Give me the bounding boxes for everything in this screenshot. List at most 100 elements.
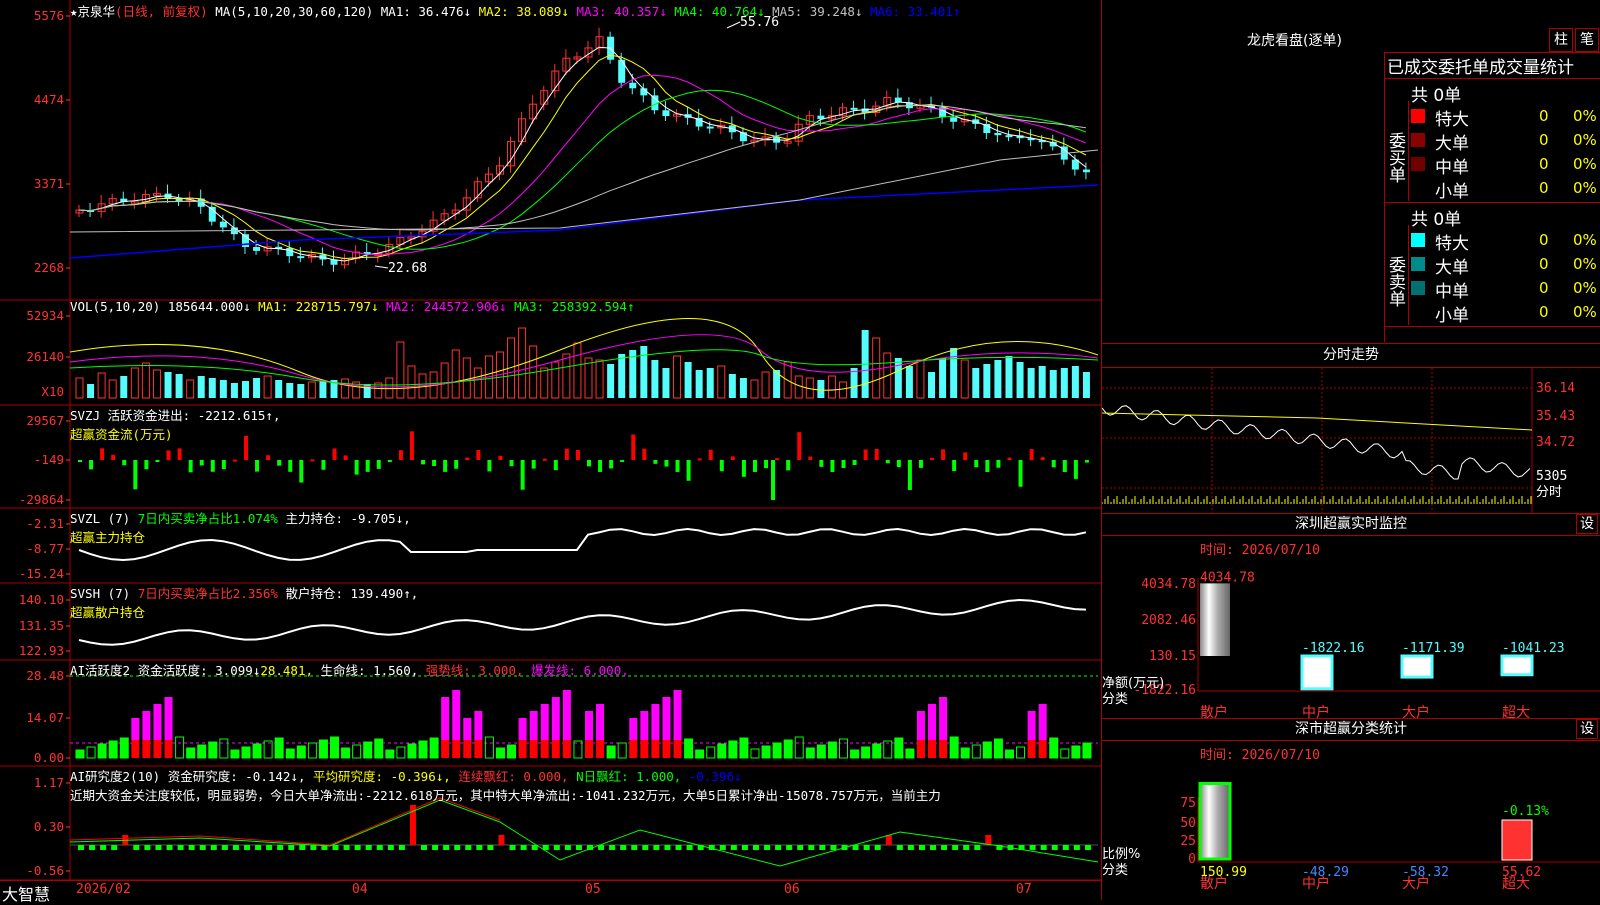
ai2-bar (609, 845, 616, 850)
ai-bar-cool (119, 737, 129, 759)
ai-bar-base (441, 740, 450, 758)
svzj-bar-up (564, 448, 569, 460)
color-swatch (1411, 233, 1425, 247)
vol-bar-up (396, 341, 405, 399)
vol-bar-up (916, 359, 925, 399)
ai-bar-hot (463, 718, 472, 740)
ai1-header: AI活跃度2 资金活跃度: 3.099↓28.481, 生命线: 1.560, … (70, 660, 629, 679)
ai2-bar (487, 845, 494, 850)
fs-y-label: 34.72 (1536, 435, 1575, 450)
ai-bar-cool (330, 736, 339, 759)
ai-bar-cool (307, 742, 317, 759)
ai2-bar (376, 845, 383, 850)
kline-chart-svg[interactable]: 55.7622.68 (0, 0, 1102, 900)
ai-bar-cool (274, 737, 284, 759)
svzj-bar-down (288, 460, 293, 472)
sz-stat-chart[interactable]: 时间: 2026/07/107550250比例%分类 150.99散户-48.29… (1102, 741, 1600, 901)
ai-bar-hot (452, 690, 461, 740)
chart-area[interactable]: 55.76 22.68 (0, 0, 1102, 900)
svzj-header: SVZJ 活跃资金进出: -2212.615↑, 超赢资金流(万元) (70, 405, 280, 443)
lhb-tab[interactable]: 已成交委托单成交量统计 (1385, 53, 1600, 79)
svzj-bar-down (199, 460, 204, 466)
svzj-bar-down (1073, 460, 1078, 479)
ai-bar-cool (695, 749, 705, 759)
y-tick-label: 2082.46 (1141, 613, 1196, 628)
ai2-bar (675, 845, 682, 850)
vol-bar-up (263, 375, 272, 399)
low-price-label: 22.68 (388, 261, 427, 276)
ai-bar-base (596, 740, 605, 758)
vol-bar-down (164, 372, 172, 398)
svzj-bar-down (299, 460, 304, 483)
ai-bar-cool (982, 741, 992, 759)
intraday-panel[interactable]: 分时走势 36.14 35.43 34.72 5305 分时 (1102, 343, 1600, 514)
sz-monitor-chart[interactable]: 时间: 2026/07/10 4034.78 2082.46 130.15 -1822.… (1102, 536, 1600, 719)
intraday-chart[interactable]: 36.14 35.43 34.72 5305分时 (1102, 368, 1600, 514)
vol-bar-up (872, 337, 881, 399)
svzj-bar-up (874, 448, 879, 460)
color-swatch (1411, 281, 1425, 295)
svzj-bar-down (985, 460, 990, 472)
y-tick-label: 131.35 (18, 618, 64, 633)
ai2-bar (852, 845, 859, 850)
ai2-bar (930, 845, 937, 850)
vol-bar-up (761, 371, 770, 399)
unit-label: 净额(万元) (1102, 676, 1164, 691)
svzl-label2: 主力持仓: -9.705↓, (285, 511, 411, 526)
vol-bar-up (440, 362, 449, 399)
ai2-l5: -0.396↓ (688, 769, 742, 784)
ai-bar-hot (562, 690, 571, 740)
settings-button-2[interactable]: 设 (1576, 719, 1598, 739)
ai-bar-cool (949, 736, 959, 759)
bar-mode-button[interactable]: 柱 (1549, 28, 1573, 52)
svzj-bar-down (354, 460, 359, 475)
svzj-bar-up (1029, 449, 1034, 460)
svzj-bar-down (432, 460, 437, 467)
ai-bar-cool (706, 746, 716, 759)
svsh-header: SVSH (7) 7日内买卖净占比2.356% 散户持仓: 139.490↑, … (70, 583, 418, 621)
vol-bar-up (717, 365, 726, 399)
ai-bar-hot (518, 718, 527, 740)
y-tick-label: 26140 (26, 349, 64, 364)
svzj-bar-up (465, 457, 470, 460)
ai-bar-cool (219, 738, 229, 759)
color-swatch (1411, 109, 1425, 123)
star-icon[interactable]: ★ (70, 4, 78, 19)
ai-bar-hot (629, 718, 638, 740)
svzj-bar-up (398, 450, 403, 460)
vol-bar-down (120, 376, 128, 398)
ai2-bar (1073, 845, 1080, 850)
ai-bar-hot (1027, 711, 1036, 740)
svzj-bar-down (653, 460, 658, 464)
y-tick-label: 3371 (33, 176, 64, 191)
y-tick-label: 50 (1180, 816, 1196, 831)
ai-bar-cool (883, 740, 893, 759)
price-mode[interactable]: (日线, 前复权) (115, 4, 208, 19)
svzl-header: SVZL (7) 7日内买卖净占比1.074% 主力持仓: -9.705↓, 超… (70, 508, 411, 546)
ai-bar-hot (939, 697, 948, 740)
vol-bar-up (451, 349, 460, 399)
ai2-bar (89, 845, 96, 850)
buy-row-value: 0 (1539, 179, 1549, 197)
ai2-bar (775, 845, 782, 850)
ai2-bar (719, 845, 726, 850)
ma-label-5: MA5: 39.248↓ (772, 4, 870, 19)
vol-bar-down (175, 374, 183, 398)
ai-bar-cool (772, 742, 782, 759)
svzj-bar-up (266, 455, 271, 460)
ai-bar-cool (484, 736, 494, 759)
ai-bar-hot (662, 697, 671, 740)
settings-button-1[interactable]: 设 (1576, 514, 1598, 534)
bar-散户 (1198, 782, 1232, 861)
ai-bar-cool (186, 747, 196, 759)
ai2-bar (1040, 845, 1047, 850)
tick-mode-button[interactable]: 笔 (1575, 28, 1599, 52)
ai2-bar (963, 845, 970, 850)
svzj-label: 活跃资金进出: -2212.615↑, (107, 408, 281, 423)
stock-name: 京泉华 (77, 4, 116, 19)
ma-def: MA(5,10,20,30,60,120) (215, 4, 374, 19)
ai-bar-hot (651, 704, 660, 740)
ai-bar-cool (1004, 749, 1014, 759)
category-label: 分类 (1102, 692, 1128, 707)
vol-bar-up (307, 381, 316, 399)
